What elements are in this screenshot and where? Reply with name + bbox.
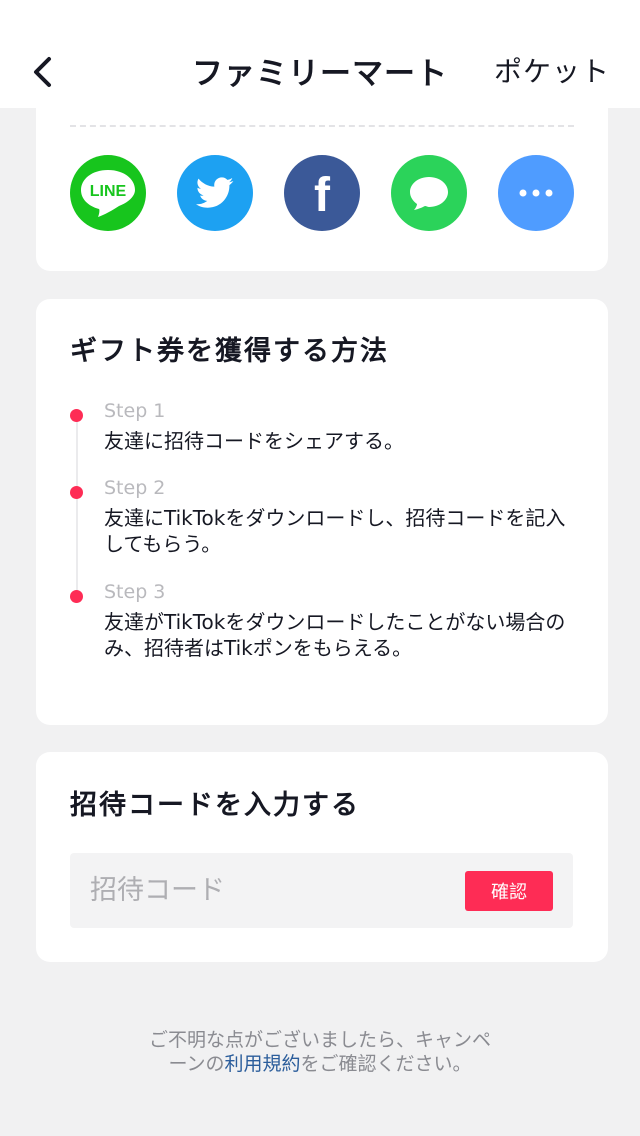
step-label: Step 3	[104, 581, 166, 603]
page: ファミリーマート ポケット LINE f ギフト券を獲得する方法 Step 1 …	[0, 0, 640, 1136]
invite-code-card: 招待コードを入力する 確認	[36, 752, 608, 962]
step-dot	[70, 409, 83, 422]
confirm-button[interactable]: 確認	[465, 871, 553, 911]
share-facebook-button[interactable]: f	[284, 155, 360, 231]
svg-text:LINE: LINE	[90, 183, 127, 200]
chat-bubble-icon	[410, 177, 448, 210]
step-dot	[70, 590, 83, 603]
svg-text:f: f	[314, 169, 331, 217]
share-more-button[interactable]	[498, 155, 574, 231]
timeline-line	[76, 417, 78, 597]
code-card-title: 招待コードを入力する	[70, 790, 360, 821]
facebook-icon: f	[314, 169, 331, 217]
invite-code-box: 確認	[70, 853, 573, 928]
share-message-button[interactable]	[391, 155, 467, 231]
step-text: 友達に招待コードをシェアする。	[104, 429, 404, 453]
step-label: Step 2	[104, 477, 166, 499]
more-dots-icon	[519, 189, 553, 197]
footer-note: ご不明な点がございましたら、キャンペーンの利用規約をご確認ください。	[140, 1028, 500, 1076]
how-to-get-gift-card: ギフト券を獲得する方法 Step 1 友達に招待コードをシェアする。 Step …	[36, 299, 608, 725]
step-dot	[70, 486, 83, 499]
share-twitter-button[interactable]	[177, 155, 253, 231]
step-label: Step 1	[104, 400, 166, 422]
footer-text-after: をご確認ください。	[300, 1053, 472, 1075]
share-line-button[interactable]: LINE	[70, 155, 146, 231]
step-text: 友達がTikTokをダウンロードしたことがない場合のみ、招待者はTikポンをもら…	[104, 610, 566, 660]
terms-link[interactable]: 利用規約	[225, 1053, 301, 1075]
invite-code-input[interactable]	[90, 853, 450, 928]
steps-card-title: ギフト券を獲得する方法	[70, 336, 389, 367]
step-text: 友達にTikTokをダウンロードし、招待コードを記入してもらう。	[104, 506, 566, 556]
dashed-divider	[70, 125, 574, 127]
twitter-bird-icon	[196, 177, 234, 208]
top-nav-bar: ファミリーマート ポケット	[0, 0, 640, 108]
line-icon: LINE	[81, 170, 135, 217]
pocket-button[interactable]: ポケット	[494, 50, 610, 90]
share-buttons-row: LINE f	[70, 155, 574, 231]
